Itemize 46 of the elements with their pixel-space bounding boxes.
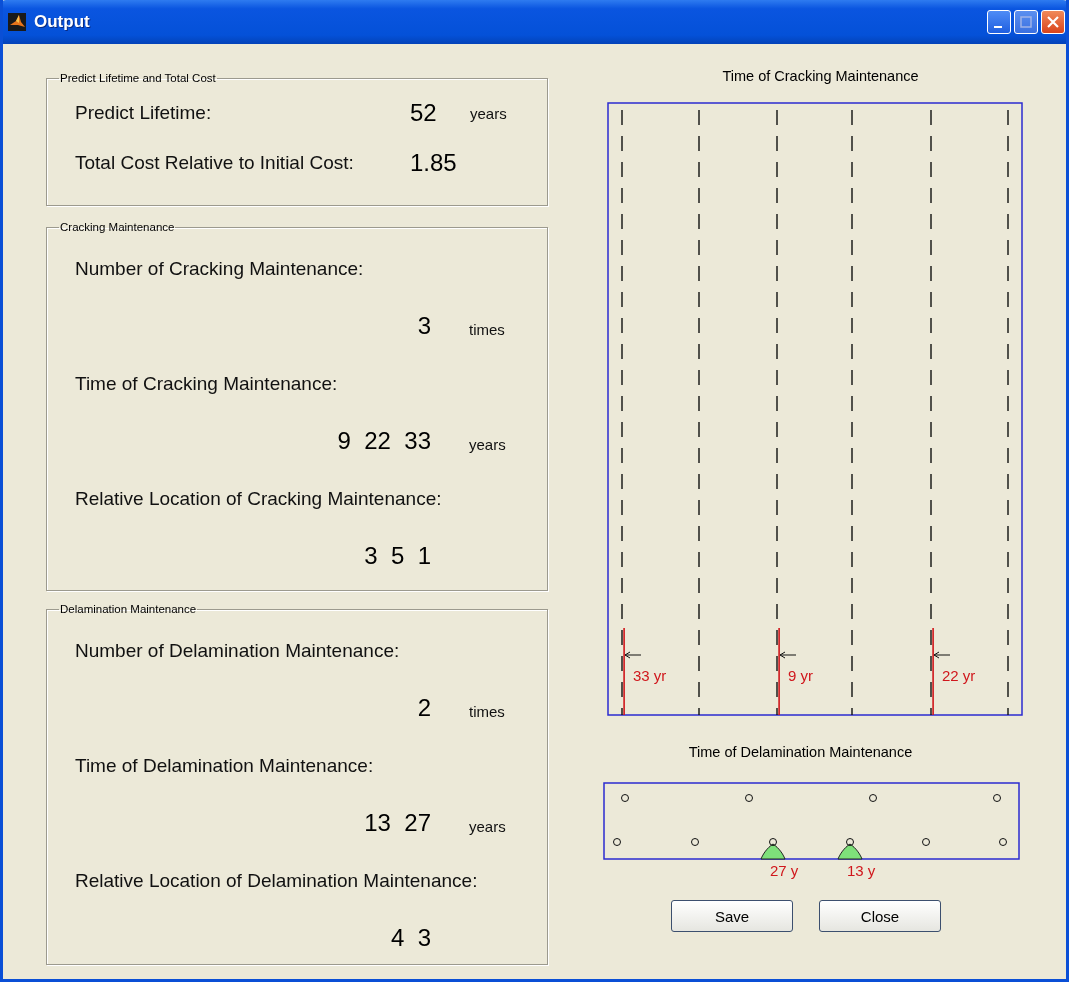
maximize-icon [1020,16,1032,28]
marker-label: 27 y [770,862,799,879]
field-value: 13 27 [364,809,432,837]
marker-label: 13 y [847,862,876,879]
minimize-button[interactable] [987,10,1011,34]
maximize-button[interactable] [1014,10,1038,34]
window-title: Output [34,12,91,32]
field-value: 3 [417,312,432,340]
marker-label: 22 yr [942,667,976,684]
unit-label: years [469,436,506,453]
field-label: Number of Delamination Maintenance: [75,639,400,662]
field-label: Time of Delamination Maintenance: [75,754,374,777]
triangle-marker [837,843,863,860]
field-label: Time of Cracking Maintenance: [75,372,338,395]
field-label: Relative Location of Delamination Maintenance: [75,869,478,892]
triangle-marker [760,843,786,860]
arrow-icon [779,651,797,659]
plot-title: Time of Delamination Maintenance [688,744,913,762]
field-value: 4 3 [390,924,432,952]
field-value: 3 5 1 [364,542,432,570]
plot-title: Time of Cracking Maintenance [721,68,919,86]
app-icon [8,13,26,31]
minimize-icon [993,26,1002,28]
dialog-button[interactable]: Close [819,900,941,932]
unit-label: years [469,818,506,835]
close-button[interactable] [1041,10,1065,34]
field-label: Predict Lifetime: [74,102,213,124]
marker-label: 33 yr [633,667,667,684]
close-icon [1047,16,1059,28]
dialog-button[interactable]: Save [671,900,793,932]
marker-label: 9 yr [788,667,813,684]
panel-title: Delamination Maintenance [59,603,198,615]
field-label: Total Cost Relative to Initial Cost: [74,152,355,174]
unit-label: times [469,321,505,338]
arrow-icon [624,651,642,659]
field-label: Relative Location of Cracking Maintenance: [75,487,442,510]
field-value: 1.85 [410,149,458,177]
panel-title: Predict Lifetime and Total Cost [59,72,217,84]
arrow-icon [933,651,951,659]
unit-label: times [469,703,505,720]
panel-title: Cracking Maintenance [59,221,176,233]
unit-label: years [470,104,508,122]
field-value: 52 [410,99,438,127]
field-value: 9 22 33 [337,427,432,455]
field-value: 2 [417,694,432,722]
field-label: Number of Cracking Maintenance: [75,257,364,280]
